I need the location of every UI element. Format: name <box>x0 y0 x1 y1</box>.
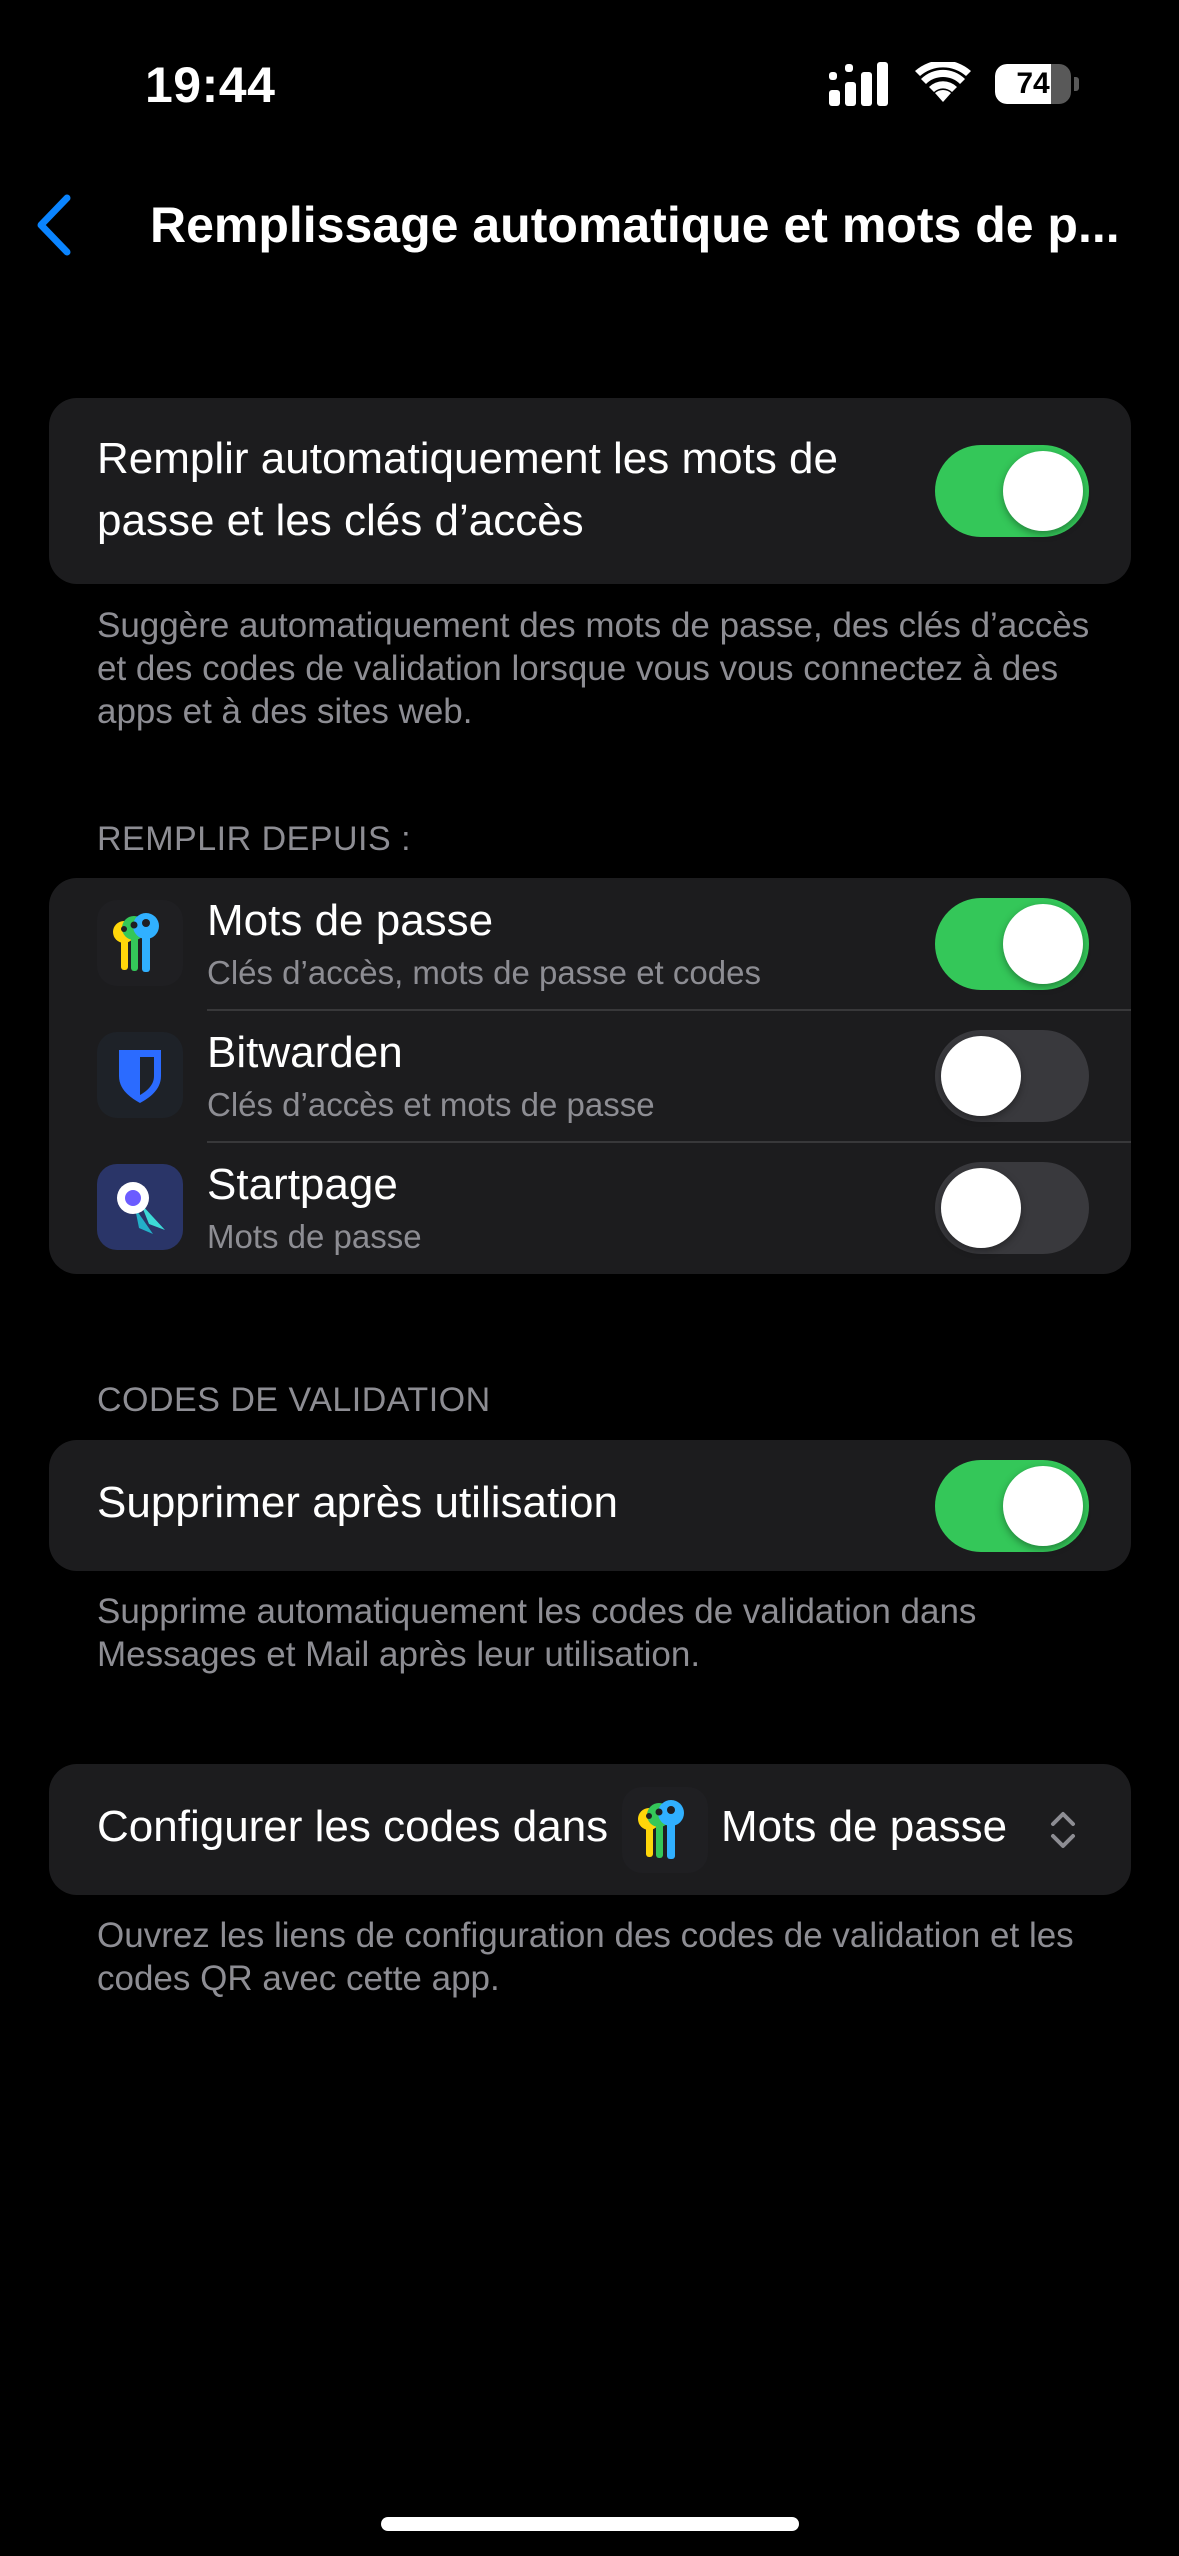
fill-from-item-subtitle: Clés d’accès et mots de passe <box>207 1086 655 1123</box>
signal-icon <box>829 62 888 106</box>
delete-after-use-label: Supprimer après utilisation <box>97 1478 618 1527</box>
home-indicator[interactable] <box>381 2517 799 2531</box>
bitwarden-toggle[interactable] <box>935 1030 1089 1122</box>
status-time: 19:44 <box>145 57 276 113</box>
setup-codes-footer: Ouvrez les liens de configuration des co… <box>97 1916 1074 1998</box>
setup-codes-row[interactable]: Configurer les codes dans Mots de passe <box>49 1764 1131 1895</box>
bitwarden-shield-icon <box>97 1032 183 1118</box>
passwords-toggle[interactable] <box>935 898 1089 990</box>
chevron-up-down-icon[interactable] <box>1047 1808 1079 1852</box>
setup-codes-label: Configurer les codes dans <box>97 1802 609 1851</box>
battery-icon: 74 <box>995 63 1079 105</box>
fill-from-item-name: Mots de passe <box>207 896 494 945</box>
setup-codes-selected-app[interactable]: Mots de passe <box>721 1802 1007 1852</box>
startpage-rocket-icon <box>97 1164 183 1250</box>
fill-from-group: Mots de passe Clés d’accès, mots de pass… <box>49 878 1131 1274</box>
battery-level: 74 <box>1016 67 1050 100</box>
chevron-left-icon <box>37 194 71 256</box>
fill-from-item-subtitle: Mots de passe <box>207 1218 422 1255</box>
wifi-icon <box>915 62 971 102</box>
startpage-toggle[interactable] <box>935 1162 1089 1254</box>
row-separator <box>207 1009 1131 1011</box>
fill-from-item-name: Bitwarden <box>207 1028 403 1077</box>
autofill-group: Remplir automatiquement les mots de pass… <box>49 398 1131 584</box>
status-bar: 19:44 74 <box>0 0 1179 170</box>
validation-codes-header: CODES DE VALIDATION <box>97 1381 491 1419</box>
autofill-label: Remplir automatiquement les mots de pass… <box>97 434 838 545</box>
validation-codes-group: Supprimer après utilisation <box>49 1440 1131 1571</box>
page-title: Remplissage automatique et mots de p... <box>150 197 1120 253</box>
validation-codes-footer: Supprime automatiquement les codes de va… <box>97 1592 977 1674</box>
fill-from-item-subtitle: Clés d’accès, mots de passe et codes <box>207 954 761 991</box>
status-icons: 74 <box>829 62 1079 106</box>
passwords-keys-icon <box>622 1787 708 1873</box>
fill-from-header: REMPLIR DEPUIS : <box>97 820 412 858</box>
autofill-footer: Suggère automatiquement des mots de pass… <box>97 606 1090 731</box>
delete-after-use-toggle[interactable] <box>935 1460 1089 1552</box>
autofill-toggle[interactable] <box>935 445 1089 537</box>
fill-from-item-name: Startpage <box>207 1160 398 1209</box>
back-button[interactable] <box>20 190 90 260</box>
passwords-keys-icon <box>97 900 183 986</box>
row-separator <box>207 1141 1131 1143</box>
